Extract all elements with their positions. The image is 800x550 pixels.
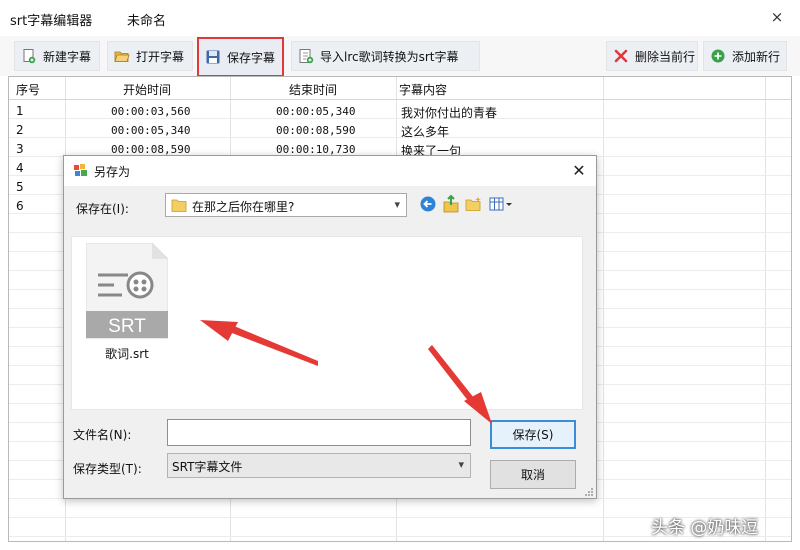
annotation-arrows: [200, 320, 492, 424]
arrow-to-file-icon: [200, 320, 318, 366]
arrow-to-save-button-icon: [428, 345, 492, 424]
srt-editor-window: srt字幕编辑器 未命名 × 新建字幕 打开字幕 保存字幕 导入lrc歌词转换为…: [0, 0, 800, 550]
watermark-text: 头条 @奶味逗: [651, 518, 759, 538]
